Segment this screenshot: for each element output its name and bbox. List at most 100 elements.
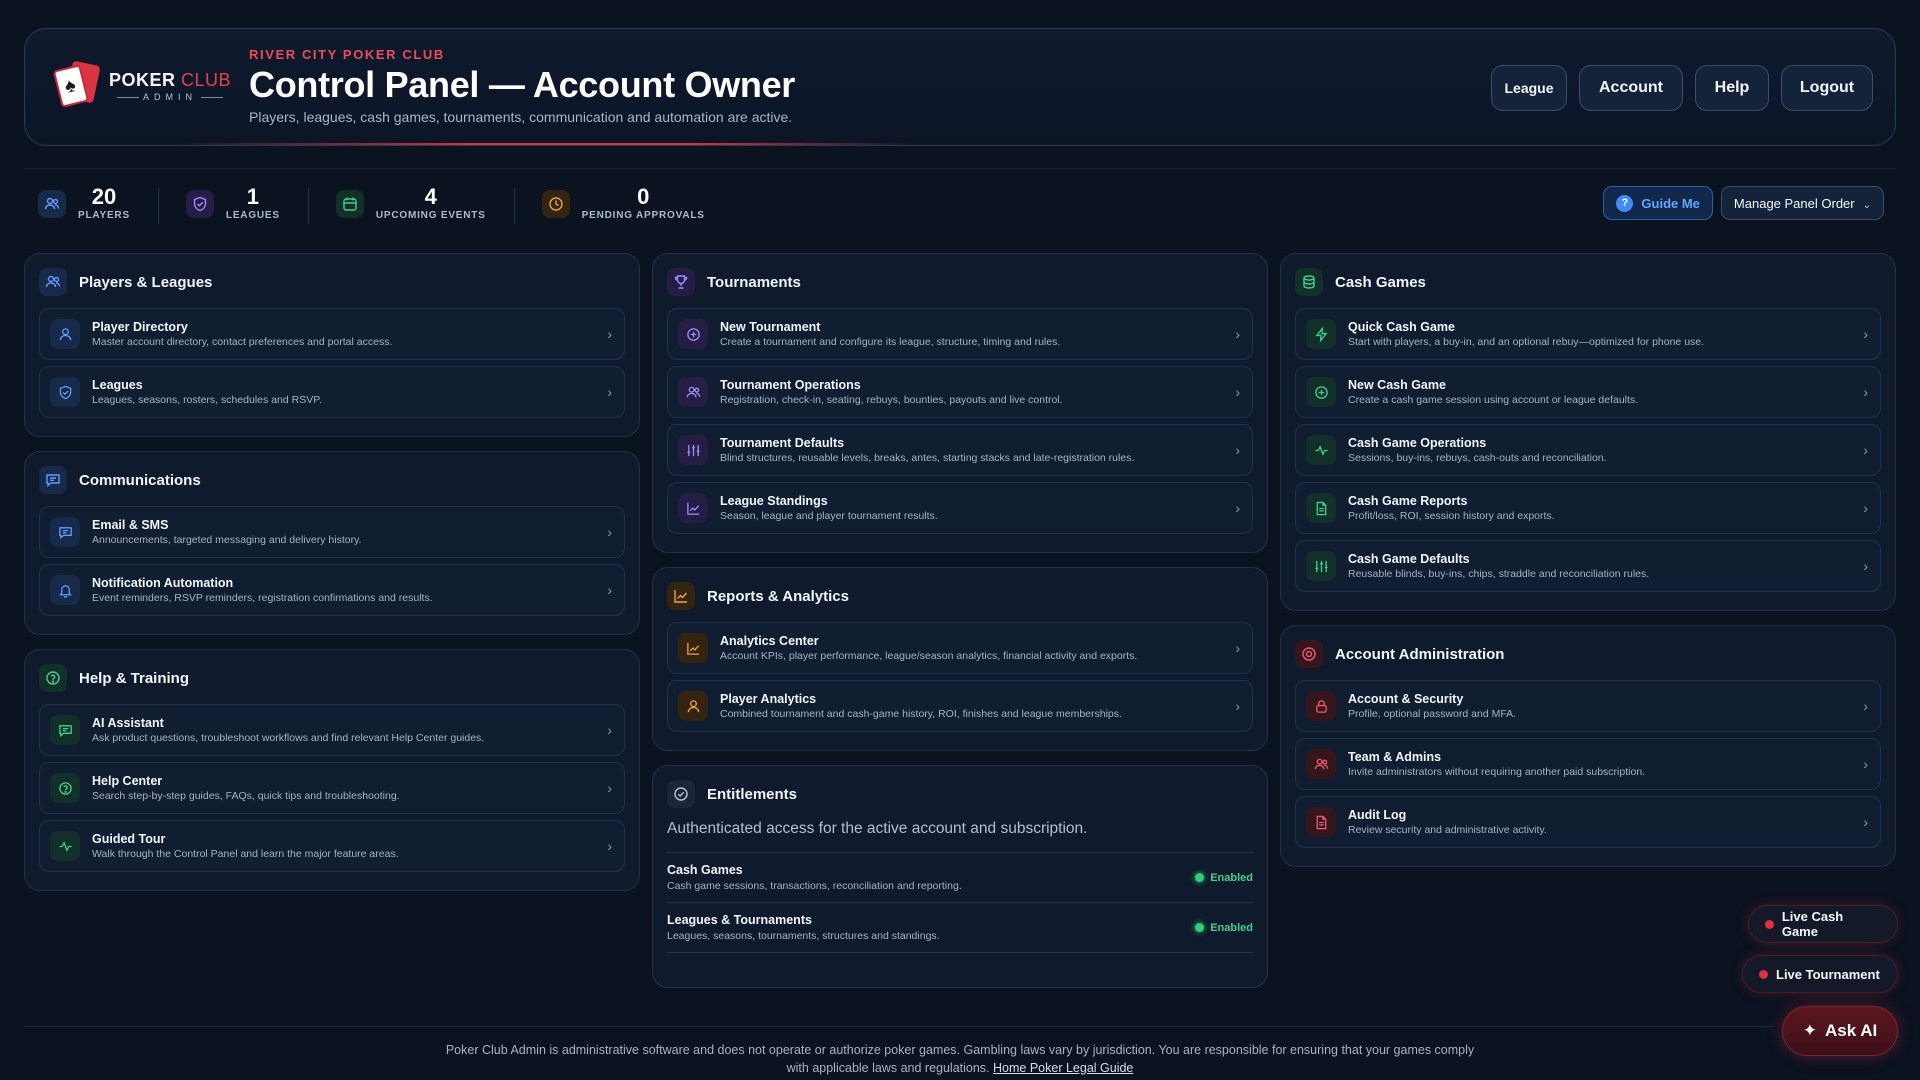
shield-icon [50, 377, 80, 407]
poker-club-admin-logo[interactable]: ♠ POKER CLUB ADMIN [51, 60, 231, 109]
panel-title: Cash Games [1335, 273, 1426, 291]
legal-guide-link[interactable]: Home Poker Legal Guide [993, 1061, 1133, 1075]
entitlement-row: Cash Games Cash game sessions, transacti… [667, 852, 1253, 902]
stat-players[interactable]: 20 PLAYERS [38, 186, 158, 221]
panel-title: Tournaments [707, 273, 801, 291]
leagues-item[interactable]: Leagues Leagues, seasons, rosters, sched… [39, 366, 625, 418]
stat-label: PLAYERS [78, 210, 130, 221]
panel-title: Account Administration [1335, 645, 1505, 663]
live-cash-game-button[interactable]: Live Cash Game [1748, 905, 1898, 943]
logout-button[interactable]: Logout [1781, 65, 1873, 111]
cards-logo-icon: ♠ [51, 60, 101, 109]
cash-game-reports-item[interactable]: Cash Game Reports Profit/loss, ROI, sess… [1295, 482, 1881, 534]
item-description: Review security and administrative activ… [1348, 824, 1547, 836]
item-title: Leagues [92, 378, 143, 392]
user-icon [50, 319, 80, 349]
audit-log-item[interactable]: Audit Log Review security and administra… [1295, 796, 1881, 848]
stat-pending-approvals[interactable]: 0 PENDING APPROVALS [513, 184, 733, 224]
item-title: Quick Cash Game [1348, 320, 1455, 334]
chevron-right-icon: › [1235, 698, 1240, 714]
new-cash-game-item[interactable]: New Cash Game Create a cash game session… [1295, 366, 1881, 418]
chevron-right-icon: › [1235, 640, 1240, 656]
help-button[interactable]: Help [1695, 65, 1769, 111]
item-title: New Tournament [720, 320, 821, 334]
item-title: Notification Automation [92, 576, 234, 590]
bell-icon [50, 575, 80, 605]
cash-game-operations-item[interactable]: Cash Game Operations Sessions, buy-ins, … [1295, 424, 1881, 476]
account-button[interactable]: Account [1579, 65, 1683, 111]
help-center-item[interactable]: Help Center Search step-by-step guides, … [39, 762, 625, 814]
item-title: Help Center [92, 774, 163, 788]
account-security-item[interactable]: Account & Security Profile, optional pas… [1295, 680, 1881, 732]
item-description: Announcements, targeted messaging and de… [92, 534, 362, 546]
players-icon [678, 377, 708, 407]
panel-title: Communications [79, 471, 201, 489]
guided-tour-item[interactable]: Guided Tour Walk through the Control Pan… [39, 820, 625, 872]
stat-label: PENDING APPROVALS [581, 210, 705, 221]
panel-title: Players & Leagues [79, 273, 213, 291]
team-admins-item[interactable]: Team & Admins Invite administrators with… [1295, 738, 1881, 790]
ask-ai-button[interactable]: ✦ Ask AI [1782, 1006, 1898, 1056]
analytics-center-item[interactable]: Analytics Center Account KPIs, player pe… [667, 622, 1253, 674]
database-icon [1295, 268, 1323, 296]
player-analytics-item[interactable]: Player Analytics Combined tournament and… [667, 680, 1253, 732]
chevron-right-icon: › [607, 384, 612, 400]
manage-panel-order-button[interactable]: Manage Panel Order ⌄ [1720, 186, 1884, 220]
live-tournament-button[interactable]: Live Tournament [1742, 955, 1898, 993]
chevron-right-icon: › [1863, 756, 1868, 772]
club-name: RIVER CITY POKER CLUB [249, 47, 445, 62]
quick-cash-game-item[interactable]: Quick Cash Game Start with players, a bu… [1295, 308, 1881, 360]
communications-panel: Communications Email & SMS Announcements… [24, 451, 640, 635]
notification-automation-item[interactable]: Notification Automation Event reminders,… [39, 564, 625, 616]
footer-text: Poker Club Admin is administrative softw… [445, 1043, 1475, 1075]
item-description: Create a cash game session using account… [1348, 394, 1639, 406]
players-icon [38, 189, 66, 218]
status-dot-icon [1195, 923, 1205, 932]
message-icon [50, 715, 80, 745]
item-description: Reusable blinds, buy-ins, chips, straddl… [1348, 568, 1650, 580]
stat-leagues[interactable]: 1 LEAGUES [157, 186, 308, 224]
tournament-operations-item[interactable]: Tournament Operations Registration, chec… [667, 366, 1253, 418]
cash-game-defaults-item[interactable]: Cash Game Defaults Reusable blinds, buy-… [1295, 540, 1881, 592]
account-administration-panel: Account Administration Account & Securit… [1280, 625, 1896, 867]
email-sms-item[interactable]: Email & SMS Announcements, targeted mess… [39, 506, 625, 558]
line-chart-icon [678, 493, 708, 523]
chevron-right-icon: › [1235, 442, 1240, 458]
chevron-right-icon: › [1863, 698, 1868, 714]
league-standings-item[interactable]: League Standings Season, league and play… [667, 482, 1253, 534]
league-button[interactable]: League [1491, 65, 1567, 111]
live-dot-icon [1765, 919, 1774, 929]
target-icon [1295, 640, 1323, 668]
stat-upcoming-events[interactable]: 4 UPCOMING EVENTS [307, 186, 514, 224]
ai-assistant-item[interactable]: AI Assistant Ask product questions, trou… [39, 704, 625, 756]
shield-icon [185, 189, 214, 218]
live-dot-icon [1759, 969, 1768, 979]
guide-me-button[interactable]: ? Guide Me [1603, 186, 1713, 220]
user-icon [678, 691, 708, 721]
live-cash-game-label: Live Cash Game [1781, 909, 1844, 939]
item-title: Tournament Operations [720, 378, 861, 392]
stat-value: 0 [637, 184, 650, 209]
sliders-icon [1306, 551, 1336, 581]
item-description: Season, league and player tournament res… [720, 510, 938, 522]
clock-icon [541, 189, 570, 218]
players-icon [39, 268, 67, 296]
cash-games-panel: Cash Games Quick Cash Game Start with pl… [1280, 253, 1896, 611]
status-label: Enabled [1210, 871, 1253, 884]
tournament-defaults-item[interactable]: Tournament Defaults Blind structures, re… [667, 424, 1253, 476]
player-directory-item[interactable]: Player Directory Master account director… [39, 308, 625, 360]
item-title: Cash Game Defaults [1348, 552, 1470, 566]
page-title: Control Panel — Account Owner [249, 64, 796, 105]
stat-value: 20 [91, 184, 117, 209]
panel-title: Help & Training [79, 669, 190, 687]
help-circle-icon [39, 664, 67, 692]
entitlement-description: Leagues, seasons, tournaments, structure… [667, 930, 940, 942]
header-accent-line [175, 143, 915, 145]
stats-bar: 20 PLAYERS 1 LEAGUES 4 UPCOMING EVENTS 0… [38, 184, 733, 224]
item-description: Registration, check-in, seating, rebuys,… [720, 394, 1063, 406]
line-chart-icon [678, 633, 708, 663]
lightning-icon [1306, 319, 1336, 349]
entitlements-description: Authenticated access for the active acco… [667, 820, 1088, 837]
item-description: Search step-by-step guides, FAQs, quick … [92, 790, 400, 802]
new-tournament-item[interactable]: New Tournament Create a tournament and c… [667, 308, 1253, 360]
